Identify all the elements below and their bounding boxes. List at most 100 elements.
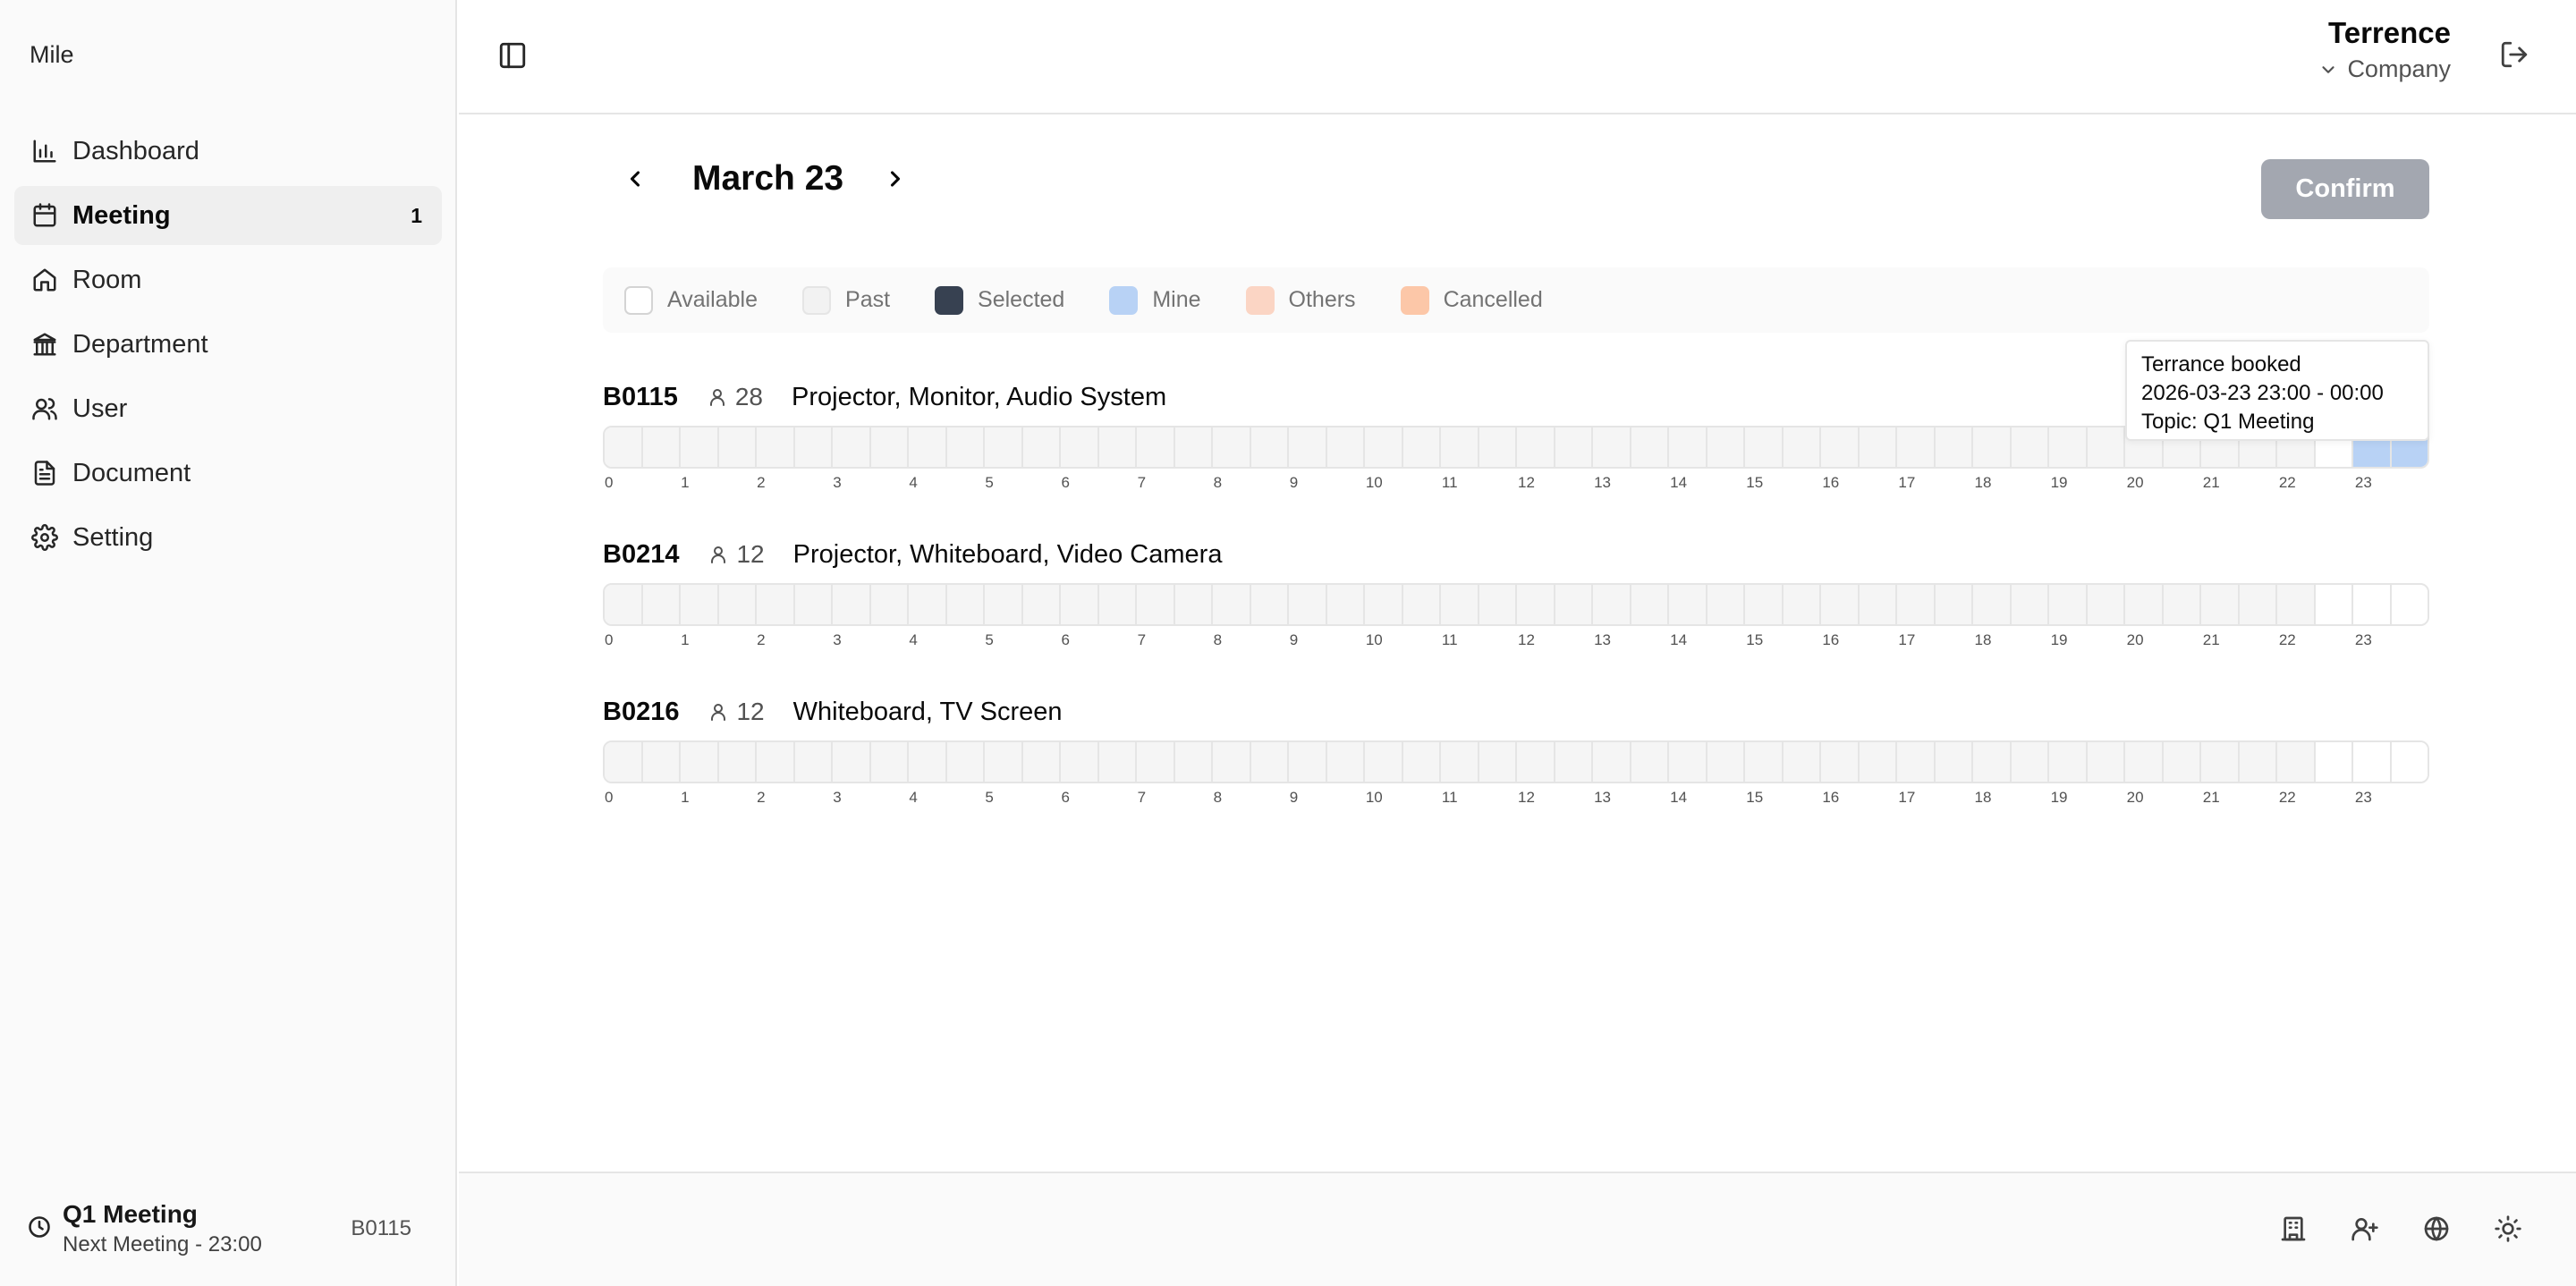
time-slot[interactable] bbox=[1935, 585, 1973, 624]
time-slot[interactable] bbox=[1593, 585, 1631, 624]
time-slot[interactable] bbox=[718, 585, 757, 624]
time-slot[interactable] bbox=[2087, 742, 2125, 782]
time-slot[interactable] bbox=[946, 742, 985, 782]
time-slot[interactable] bbox=[1250, 585, 1289, 624]
time-slot[interactable] bbox=[1897, 585, 1936, 624]
time-slot[interactable] bbox=[1289, 742, 1327, 782]
time-slot[interactable] bbox=[1402, 742, 1441, 782]
time-slot[interactable] bbox=[2125, 742, 2164, 782]
time-slot[interactable] bbox=[1250, 427, 1289, 467]
time-slot[interactable] bbox=[870, 585, 909, 624]
time-slot[interactable] bbox=[1593, 742, 1631, 782]
sidebar-item-room[interactable]: Room bbox=[14, 250, 442, 309]
app-brand[interactable]: Mile bbox=[30, 41, 74, 69]
time-slot[interactable] bbox=[946, 585, 985, 624]
time-slot[interactable] bbox=[642, 427, 681, 467]
time-slot[interactable] bbox=[1783, 585, 1821, 624]
time-slot[interactable] bbox=[833, 742, 871, 782]
time-slot[interactable] bbox=[1973, 585, 2012, 624]
time-slot[interactable] bbox=[2087, 427, 2125, 467]
time-slot[interactable] bbox=[1707, 585, 1745, 624]
time-slot[interactable] bbox=[1859, 742, 1897, 782]
time-slot[interactable] bbox=[1402, 427, 1441, 467]
time-slot[interactable] bbox=[2239, 742, 2277, 782]
sidebar-item-user[interactable]: User bbox=[14, 379, 442, 438]
time-slot[interactable] bbox=[1022, 427, 1061, 467]
time-slot[interactable] bbox=[2087, 585, 2125, 624]
time-slot[interactable] bbox=[1250, 742, 1289, 782]
time-slot[interactable] bbox=[1326, 427, 1365, 467]
time-slot[interactable] bbox=[2011, 427, 2049, 467]
time-slot[interactable] bbox=[2353, 742, 2392, 782]
time-slot[interactable] bbox=[1631, 742, 1669, 782]
time-slot[interactable] bbox=[757, 585, 795, 624]
time-slot[interactable] bbox=[985, 427, 1023, 467]
time-slot[interactable] bbox=[1479, 742, 1517, 782]
time-slot[interactable] bbox=[1061, 427, 1099, 467]
time-slot[interactable] bbox=[1821, 427, 1860, 467]
time-slot[interactable] bbox=[1821, 742, 1860, 782]
time-slot[interactable] bbox=[1669, 427, 1707, 467]
time-slot[interactable] bbox=[1631, 427, 1669, 467]
time-slot[interactable] bbox=[1137, 742, 1175, 782]
time-slot[interactable] bbox=[2277, 585, 2316, 624]
time-slot[interactable] bbox=[909, 585, 947, 624]
time-slot[interactable] bbox=[1707, 427, 1745, 467]
time-slot[interactable] bbox=[1859, 585, 1897, 624]
previous-day-button[interactable] bbox=[617, 159, 653, 199]
time-slot[interactable] bbox=[1441, 742, 1479, 782]
time-slot[interactable] bbox=[794, 427, 833, 467]
time-slot[interactable] bbox=[1897, 742, 1936, 782]
time-slot[interactable] bbox=[718, 427, 757, 467]
time-slot[interactable] bbox=[2353, 585, 2392, 624]
time-slot[interactable] bbox=[1365, 585, 1403, 624]
time-slot[interactable] bbox=[1555, 427, 1593, 467]
time-slot[interactable] bbox=[1098, 742, 1137, 782]
time-slot[interactable] bbox=[1061, 742, 1099, 782]
time-slot[interactable] bbox=[1859, 427, 1897, 467]
time-slot[interactable] bbox=[2011, 742, 2049, 782]
time-slot[interactable] bbox=[2011, 585, 2049, 624]
time-slot[interactable] bbox=[1935, 427, 1973, 467]
time-slot[interactable] bbox=[2163, 585, 2201, 624]
time-slot[interactable] bbox=[1973, 742, 2012, 782]
time-slot[interactable] bbox=[1441, 585, 1479, 624]
sidebar-item-department[interactable]: Department bbox=[14, 315, 442, 374]
logout-button[interactable] bbox=[2499, 39, 2531, 72]
time-slot[interactable] bbox=[946, 427, 985, 467]
time-slot[interactable] bbox=[1973, 427, 2012, 467]
time-slot[interactable] bbox=[1174, 585, 1213, 624]
confirm-button[interactable]: Confirm bbox=[2261, 159, 2429, 219]
time-slot[interactable] bbox=[1213, 742, 1251, 782]
time-slot[interactable] bbox=[1479, 427, 1517, 467]
time-slot[interactable] bbox=[1213, 585, 1251, 624]
time-slot[interactable] bbox=[1669, 742, 1707, 782]
time-slot[interactable] bbox=[757, 742, 795, 782]
time-slot[interactable] bbox=[1517, 585, 1555, 624]
time-slot[interactable] bbox=[1365, 742, 1403, 782]
time-slot[interactable] bbox=[2277, 742, 2316, 782]
time-slot[interactable] bbox=[1783, 427, 1821, 467]
sidebar-item-setting[interactable]: Setting bbox=[14, 508, 442, 567]
time-slot[interactable] bbox=[985, 585, 1023, 624]
time-slot[interactable] bbox=[2391, 742, 2428, 782]
time-slot[interactable] bbox=[2201, 585, 2240, 624]
sidebar-item-document[interactable]: Document bbox=[14, 444, 442, 503]
time-slot[interactable] bbox=[1783, 742, 1821, 782]
time-slot[interactable] bbox=[1022, 742, 1061, 782]
time-slot[interactable] bbox=[1326, 585, 1365, 624]
time-slot[interactable] bbox=[909, 427, 947, 467]
time-slot[interactable] bbox=[1669, 585, 1707, 624]
time-slot[interactable] bbox=[1517, 742, 1555, 782]
time-slot[interactable] bbox=[794, 585, 833, 624]
time-slot[interactable] bbox=[1402, 585, 1441, 624]
time-slot[interactable] bbox=[2163, 742, 2201, 782]
time-slot[interactable] bbox=[1174, 742, 1213, 782]
time-slot[interactable] bbox=[1098, 427, 1137, 467]
time-slot[interactable] bbox=[985, 742, 1023, 782]
time-slot[interactable] bbox=[681, 742, 719, 782]
time-slot[interactable] bbox=[605, 427, 643, 467]
time-slot[interactable] bbox=[1174, 427, 1213, 467]
time-slot[interactable] bbox=[1707, 742, 1745, 782]
add-user-button[interactable] bbox=[2347, 1211, 2383, 1247]
